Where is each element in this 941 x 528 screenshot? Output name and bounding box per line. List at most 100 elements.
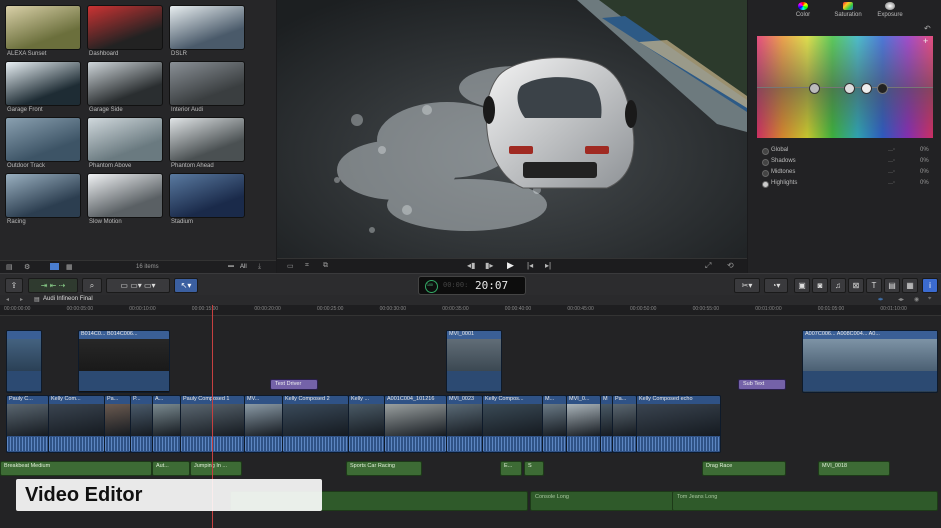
connected-clip[interactable] [6,330,42,393]
primary-clip[interactable]: MV... [244,395,283,453]
previous-frame-icon[interactable]: ◂▮ [467,261,475,270]
go-to-start-icon[interactable]: |◂ [527,261,533,270]
skimming-icon[interactable]: ⇹ [878,296,883,303]
range-radio[interactable] [762,170,769,177]
select-tool-button[interactable]: ↖▾ [174,278,198,293]
effects-icon[interactable]: ▣ [794,278,810,293]
clip-thumbnail[interactable] [87,117,163,162]
generators-icon[interactable]: ▤ [884,278,900,293]
primary-clip[interactable]: Kelly Composed 2 [282,395,349,453]
primary-clip[interactable]: P... [130,395,153,453]
photos-icon[interactable]: ◙ [812,278,828,293]
primary-clip[interactable]: Kelly Compos... [482,395,543,453]
primary-clip[interactable]: A... [152,395,181,453]
primary-clip[interactable]: Pa... [612,395,637,453]
transitions-icon[interactable]: ⊠ [848,278,864,293]
viewer-frame[interactable] [277,0,747,258]
enhancements-button[interactable]: ✂▾ [734,278,760,293]
clip-thumbnail[interactable] [5,5,81,50]
clip-thumbnail[interactable] [5,117,81,162]
download-icon[interactable]: ⤓ [258,263,261,271]
tab-color[interactable]: Color [783,0,823,22]
search-icon[interactable]: ⌕ [82,278,102,293]
edit-buttons[interactable]: ⇥ ⇤ ⇢ [28,278,78,293]
clip-thumbnail[interactable] [169,61,245,106]
grid-view-icon[interactable]: ▦ [66,263,73,271]
audio-clip[interactable]: MVI_0018 [818,461,890,476]
fullscreen-icon[interactable]: ⤢ [705,261,711,271]
themes-icon[interactable]: ▦ [902,278,918,293]
crop-icon[interactable]: ⌗ [305,262,309,270]
clip-thumbnail[interactable] [87,5,163,50]
music-clip[interactable]: Tom Jeans Long [672,491,938,511]
clip-thumbnail[interactable] [5,173,81,218]
back-arrow-icon[interactable]: ↶ [924,24,931,33]
audio-clip[interactable]: Aut... [152,461,190,476]
inspector-toggle-icon[interactable]: i [922,278,938,293]
clip-thumbnail[interactable] [87,61,163,106]
primary-clip[interactable]: MVI_0023 [446,395,483,453]
gear-icon[interactable]: ⚙ [24,263,30,271]
filmstrip-view-icon[interactable] [50,263,59,270]
range-slider-icon[interactable]: —° [888,148,895,154]
solo-icon[interactable]: ◉ [914,296,919,303]
snapping-icon[interactable]: ⌖ [928,296,931,303]
distort-icon[interactable]: ⧉ [323,262,328,270]
duration-slider-icon[interactable]: ▬ [228,263,234,269]
play-icon[interactable]: ▶ [507,260,514,271]
midtones-puck[interactable] [861,83,872,94]
range-radio[interactable] [762,181,769,188]
audio-clip[interactable]: Breakbeat Medium [0,461,152,476]
music-icon[interactable]: ♫ [830,278,846,293]
audio-clip[interactable]: Drag Race [702,461,786,476]
go-to-end-icon[interactable]: ▸| [545,261,551,270]
range-radio[interactable] [762,148,769,155]
clip-appearance-buttons[interactable]: ▭ ▭▾ ▭▾ [106,278,170,293]
clip-thumbnail[interactable] [169,117,245,162]
tab-exposure[interactable]: Exposure [870,0,910,22]
connected-clip[interactable]: A007C006... A008C004... A0... [802,330,938,393]
titles-icon[interactable]: T [866,278,882,293]
retime-button[interactable]: ◔▾ [764,278,788,293]
forward-icon[interactable]: ▸ [20,296,23,303]
primary-clip[interactable]: Pauly C... [6,395,49,453]
music-clip[interactable]: Console Long [530,491,682,511]
range-radio[interactable] [762,159,769,166]
highlights-puck[interactable] [877,83,888,94]
clip-thumbnail[interactable] [169,173,245,218]
range-slider-icon[interactable]: —° [888,181,895,187]
filter-popup[interactable]: All [240,264,247,270]
list-view-icon[interactable]: ▤ [6,263,13,271]
title-clip-text-driver[interactable]: Text Driver [270,379,318,390]
primary-clip[interactable]: Kelly Com... [48,395,105,453]
view-options-icon[interactable]: ▭ [287,262,294,270]
audio-clip[interactable]: Sports Car Racing [346,461,422,476]
range-slider-icon[interactable]: —° [888,170,895,176]
audio-clip[interactable]: Jumping In ... [190,461,242,476]
range-slider-icon[interactable]: —° [888,159,895,165]
clip-thumbnail[interactable] [5,61,81,106]
shadows-puck[interactable] [844,83,855,94]
color-board-field[interactable]: + [757,36,933,138]
title-clip-sub-text[interactable]: Sub Text [738,379,786,390]
audio-clip[interactable]: E... [500,461,522,476]
clip-thumbnail[interactable] [169,5,245,50]
next-frame-icon[interactable]: ▮▸ [485,261,493,270]
connected-clip[interactable]: MVI_0001 [446,330,502,393]
primary-clip[interactable]: M... [542,395,567,453]
tab-saturation[interactable]: Saturation [828,0,868,22]
loop-icon[interactable]: ⟲ [727,261,734,270]
primary-clip[interactable]: MVI_0... [566,395,601,453]
primary-clip[interactable]: A001C004_101216 [384,395,447,453]
clip-thumbnail[interactable] [87,173,163,218]
import-icon[interactable]: ⇪ [5,278,23,293]
connected-clip[interactable]: B014C0... B014C006... [78,330,170,393]
primary-clip[interactable]: Pa... [104,395,131,453]
timeline-ruler[interactable]: 00:00:00:00 00:00:05:00 00:00:10:00 00:00:1… [0,305,941,316]
audio-clip[interactable]: S [524,461,544,476]
back-icon[interactable]: ◂ [6,296,9,303]
global-puck[interactable] [809,83,820,94]
audio-skimming-icon[interactable]: ◂▸ [898,296,904,303]
primary-clip[interactable]: Kelly Composed echo [636,395,721,453]
primary-clip[interactable]: Kelly ... [348,395,385,453]
